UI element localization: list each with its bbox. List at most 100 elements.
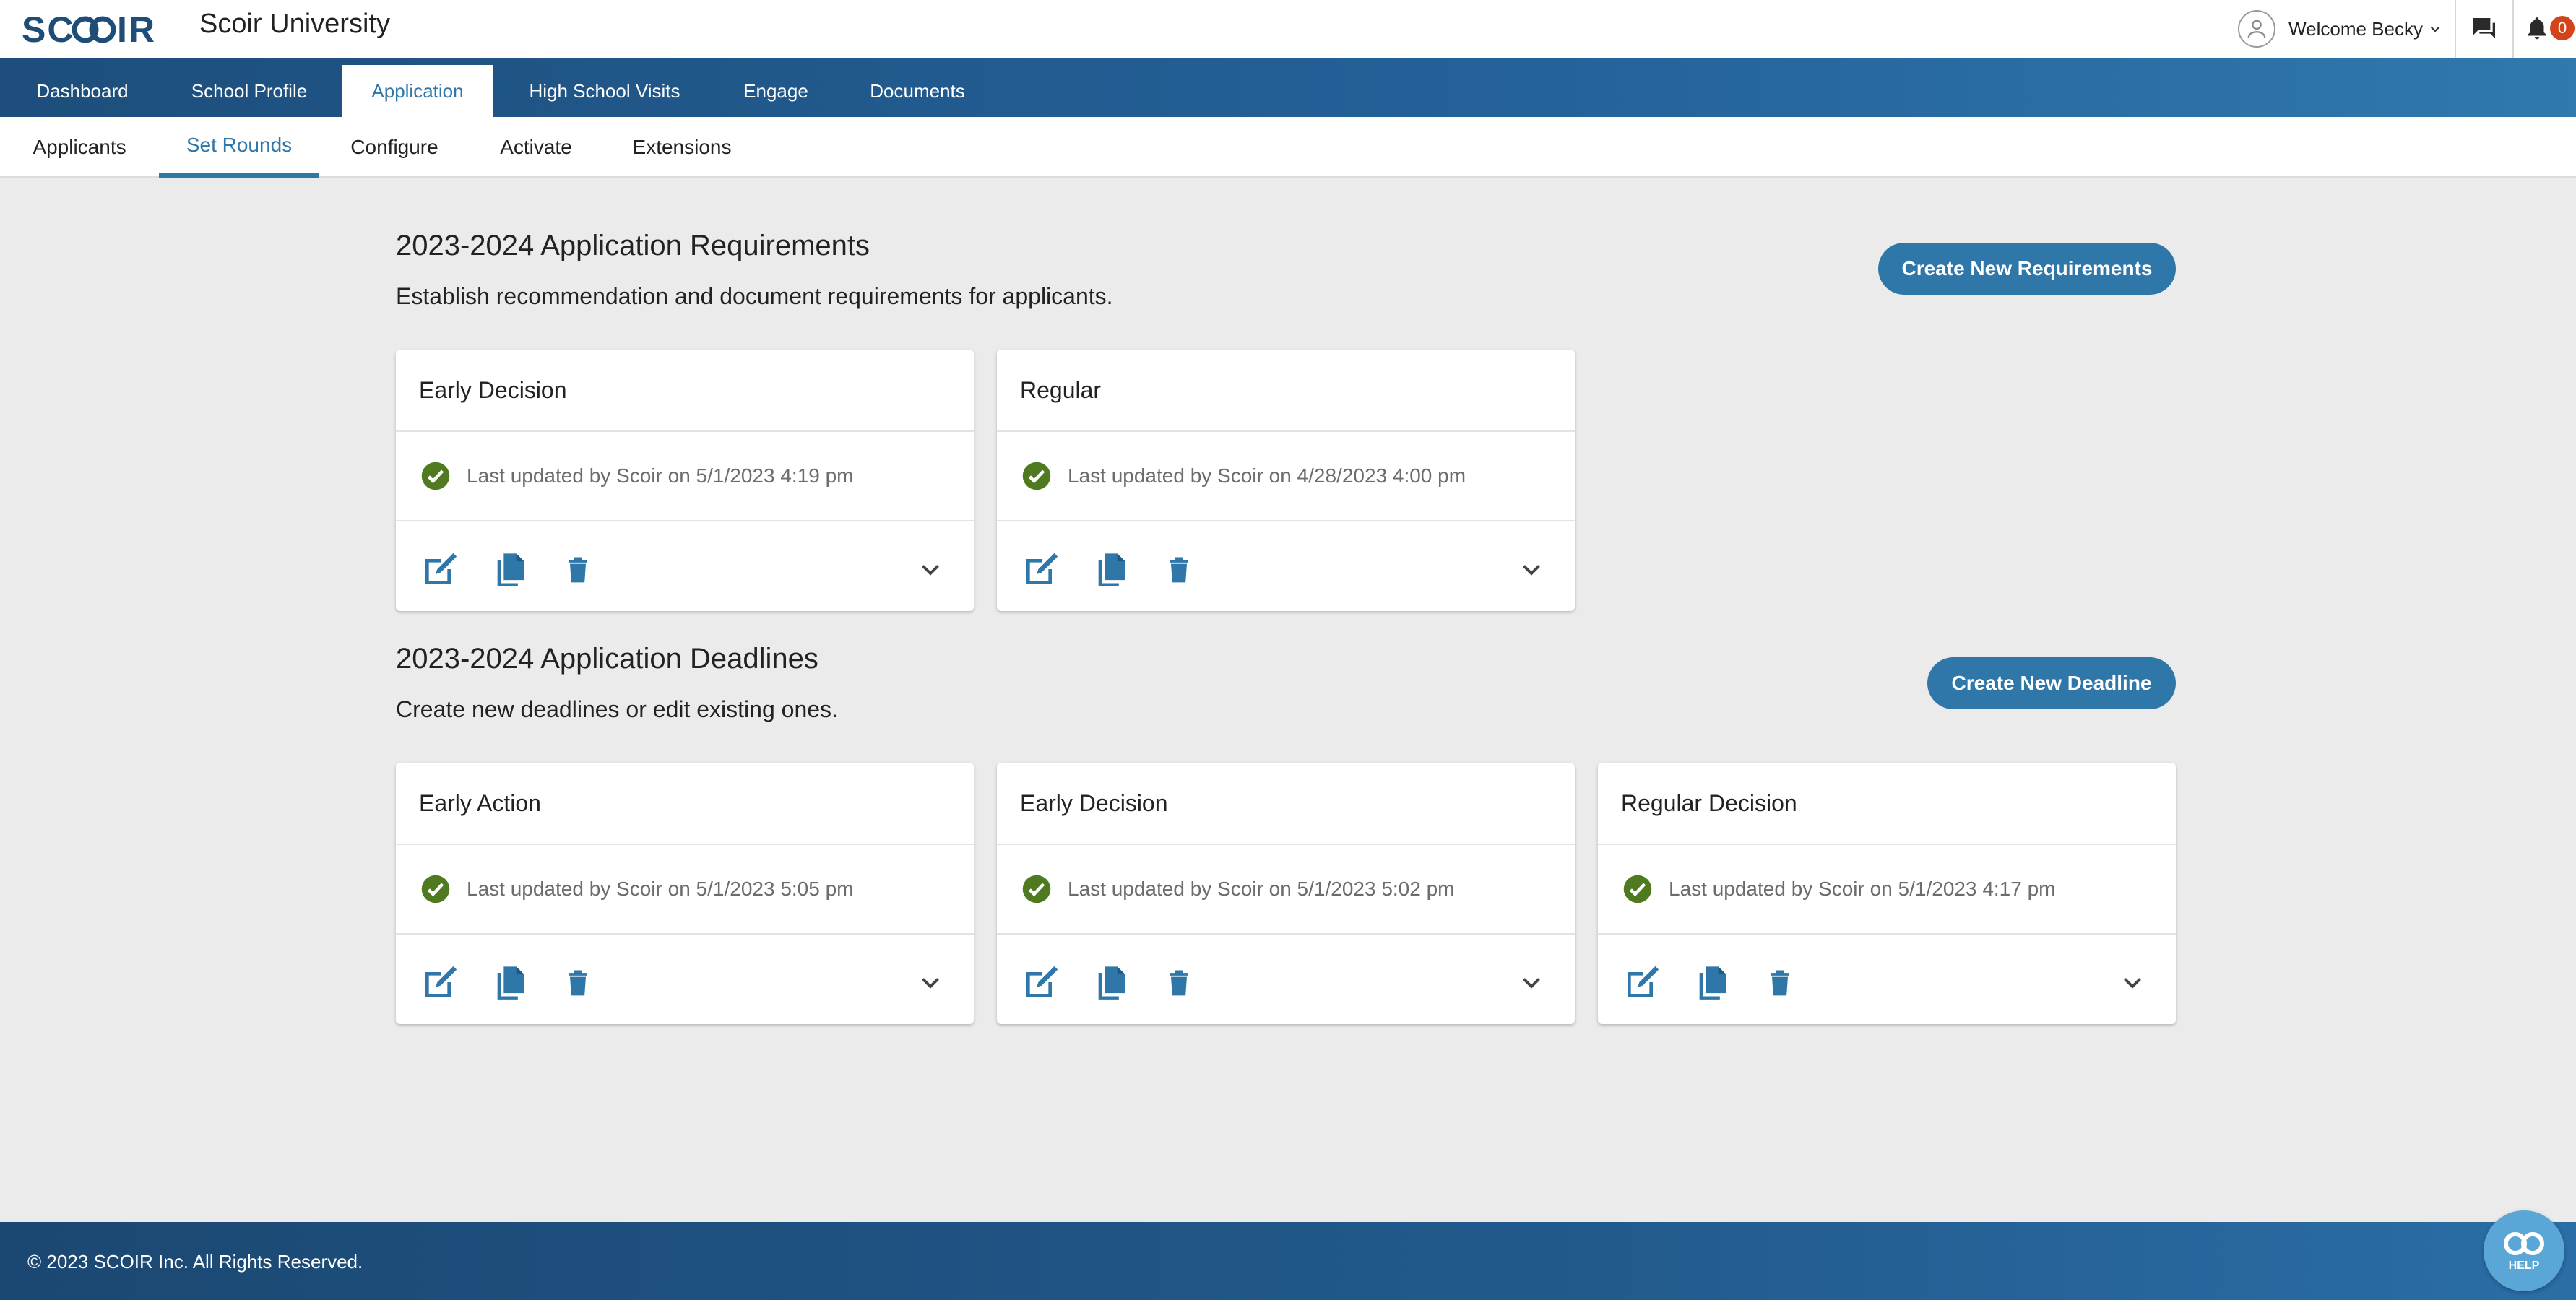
copy-button[interactable] xyxy=(1091,962,1131,1002)
card-status-text: Last updated by Scoir on 5/1/2023 5:05 p… xyxy=(467,878,854,900)
card-title: Early Action xyxy=(396,763,974,845)
card-status-text: Last updated by Scoir on 5/1/2023 4:17 p… xyxy=(1669,878,2056,900)
nav-dashboard[interactable]: Dashboard xyxy=(13,65,152,117)
delete-button[interactable] xyxy=(1760,962,1800,1002)
chevron-down-icon xyxy=(922,565,939,576)
nav-documents[interactable]: Documents xyxy=(852,65,982,117)
edit-button[interactable] xyxy=(420,962,461,1002)
requirement-card-early-decision: Early Decision Last updated by Scoir on … xyxy=(396,350,974,611)
chevron-down-icon xyxy=(922,978,939,989)
top-bar: SC IR Scoir University Welcome Becky 0 xyxy=(0,0,2576,58)
subnav-extensions[interactable]: Extensions xyxy=(618,117,745,178)
main-nav: Dashboard School Profile Application Hig… xyxy=(0,58,2576,117)
expand-button[interactable] xyxy=(910,962,951,1002)
deadline-card-regular-decision: Regular Decision Last updated by Scoir o… xyxy=(1598,763,2176,1024)
expand-button[interactable] xyxy=(1511,549,1552,589)
notification-count-badge: 0 xyxy=(2550,16,2575,40)
deadlines-description: Create new deadlines or edit existing on… xyxy=(396,696,838,722)
card-title: Early Decision xyxy=(396,350,974,432)
edit-button[interactable] xyxy=(1021,549,1062,589)
requirements-title: 2023-2024 Application Requirements xyxy=(396,230,870,261)
check-circle-icon xyxy=(1623,875,1652,904)
card-status: Last updated by Scoir on 5/1/2023 4:19 p… xyxy=(396,432,974,521)
edit-button[interactable] xyxy=(1622,962,1663,1002)
messages-icon xyxy=(2473,18,2495,39)
card-status-text: Last updated by Scoir on 5/1/2023 5:02 p… xyxy=(1068,878,1455,900)
delete-button[interactable] xyxy=(1159,549,1199,589)
copy-button[interactable] xyxy=(490,962,530,1002)
footer-copyright: © 2023 SCOIR Inc. All Rights Reserved. xyxy=(27,1251,363,1273)
nav-engage[interactable]: Engage xyxy=(715,65,837,117)
nav-school-profile[interactable]: School Profile xyxy=(169,65,329,117)
trash-icon xyxy=(569,970,587,996)
top-right-controls: Welcome Becky 0 xyxy=(2238,0,2576,58)
logo-infinity-mark xyxy=(72,16,116,43)
card-status-text: Last updated by Scoir on 4/28/2023 4:00 … xyxy=(1068,464,1466,487)
help-button[interactable]: HELP xyxy=(2484,1210,2564,1291)
edit-button[interactable] xyxy=(1021,962,1062,1002)
subnav-configure[interactable]: Configure xyxy=(337,117,452,178)
card-title: Early Decision xyxy=(997,763,1575,845)
card-status: Last updated by Scoir on 5/1/2023 5:05 p… xyxy=(396,845,974,935)
create-new-requirements-button[interactable]: Create New Requirements xyxy=(1878,243,2176,295)
card-title: Regular Decision xyxy=(1598,763,2176,845)
edit-button[interactable] xyxy=(420,549,461,589)
copy-icon xyxy=(1098,966,1125,1000)
card-actions xyxy=(1598,935,2176,1024)
nav-application[interactable]: Application xyxy=(342,65,493,117)
welcome-text: Welcome Becky xyxy=(2288,17,2423,40)
chevron-down-icon xyxy=(1523,565,1540,576)
requirement-card-regular: Regular Last updated by Scoir on 4/28/20… xyxy=(997,350,1575,611)
delete-button[interactable] xyxy=(1159,962,1199,1002)
edit-icon xyxy=(425,966,457,997)
copy-icon xyxy=(497,966,524,1000)
copy-button[interactable] xyxy=(1692,962,1732,1002)
card-status: Last updated by Scoir on 4/28/2023 4:00 … xyxy=(997,432,1575,521)
card-actions xyxy=(997,521,1575,611)
copy-button[interactable] xyxy=(490,549,530,589)
trash-icon xyxy=(569,557,587,583)
trash-icon xyxy=(1170,970,1188,996)
expand-button[interactable] xyxy=(2112,962,2153,1002)
create-new-deadline-button[interactable]: Create New Deadline xyxy=(1927,657,2176,709)
app-title: Scoir University xyxy=(199,9,390,39)
user-avatar-icon xyxy=(2238,10,2276,48)
trash-icon xyxy=(1771,970,1789,996)
nav-high-school-visits[interactable]: High School Visits xyxy=(511,65,698,117)
deadline-card-early-action: Early Action Last updated by Scoir on 5/… xyxy=(396,763,974,1024)
expand-button[interactable] xyxy=(910,549,951,589)
edit-icon xyxy=(425,552,457,584)
copy-icon xyxy=(1098,553,1125,586)
scoir-logo[interactable]: SC IR xyxy=(22,9,163,49)
infinity-help-icon xyxy=(2504,1232,2544,1255)
card-status: Last updated by Scoir on 5/1/2023 4:17 p… xyxy=(1598,845,2176,935)
card-actions xyxy=(997,935,1575,1024)
chevron-down-icon xyxy=(2124,978,2141,989)
expand-button[interactable] xyxy=(1511,962,1552,1002)
user-menu[interactable]: Welcome Becky xyxy=(2238,0,2456,58)
check-circle-icon xyxy=(1022,875,1051,904)
edit-icon xyxy=(1628,966,1659,997)
check-circle-icon xyxy=(421,462,450,490)
edit-icon xyxy=(1026,966,1058,997)
check-circle-icon xyxy=(421,875,450,904)
notifications-button[interactable]: 0 xyxy=(2514,0,2576,58)
subnav-set-rounds[interactable]: Set Rounds xyxy=(159,117,319,178)
trash-icon xyxy=(1170,557,1188,583)
messages-button[interactable] xyxy=(2456,0,2514,58)
chevron-down-icon xyxy=(1523,978,1540,989)
edit-icon xyxy=(1026,552,1058,584)
card-title: Regular xyxy=(997,350,1575,432)
delete-button[interactable] xyxy=(558,549,598,589)
card-actions xyxy=(396,521,974,611)
check-circle-icon xyxy=(1022,462,1051,490)
copy-button[interactable] xyxy=(1091,549,1131,589)
delete-button[interactable] xyxy=(558,962,598,1002)
help-label: HELP xyxy=(2508,1260,2540,1272)
deadline-card-early-decision: Early Decision Last updated by Scoir on … xyxy=(997,763,1575,1024)
chevron-down-icon xyxy=(2430,26,2440,32)
logo-letters-sc: SC xyxy=(22,12,74,46)
copy-icon xyxy=(1699,966,1726,1000)
subnav-activate[interactable]: Activate xyxy=(471,117,601,178)
subnav-applicants[interactable]: Applicants xyxy=(14,117,144,178)
